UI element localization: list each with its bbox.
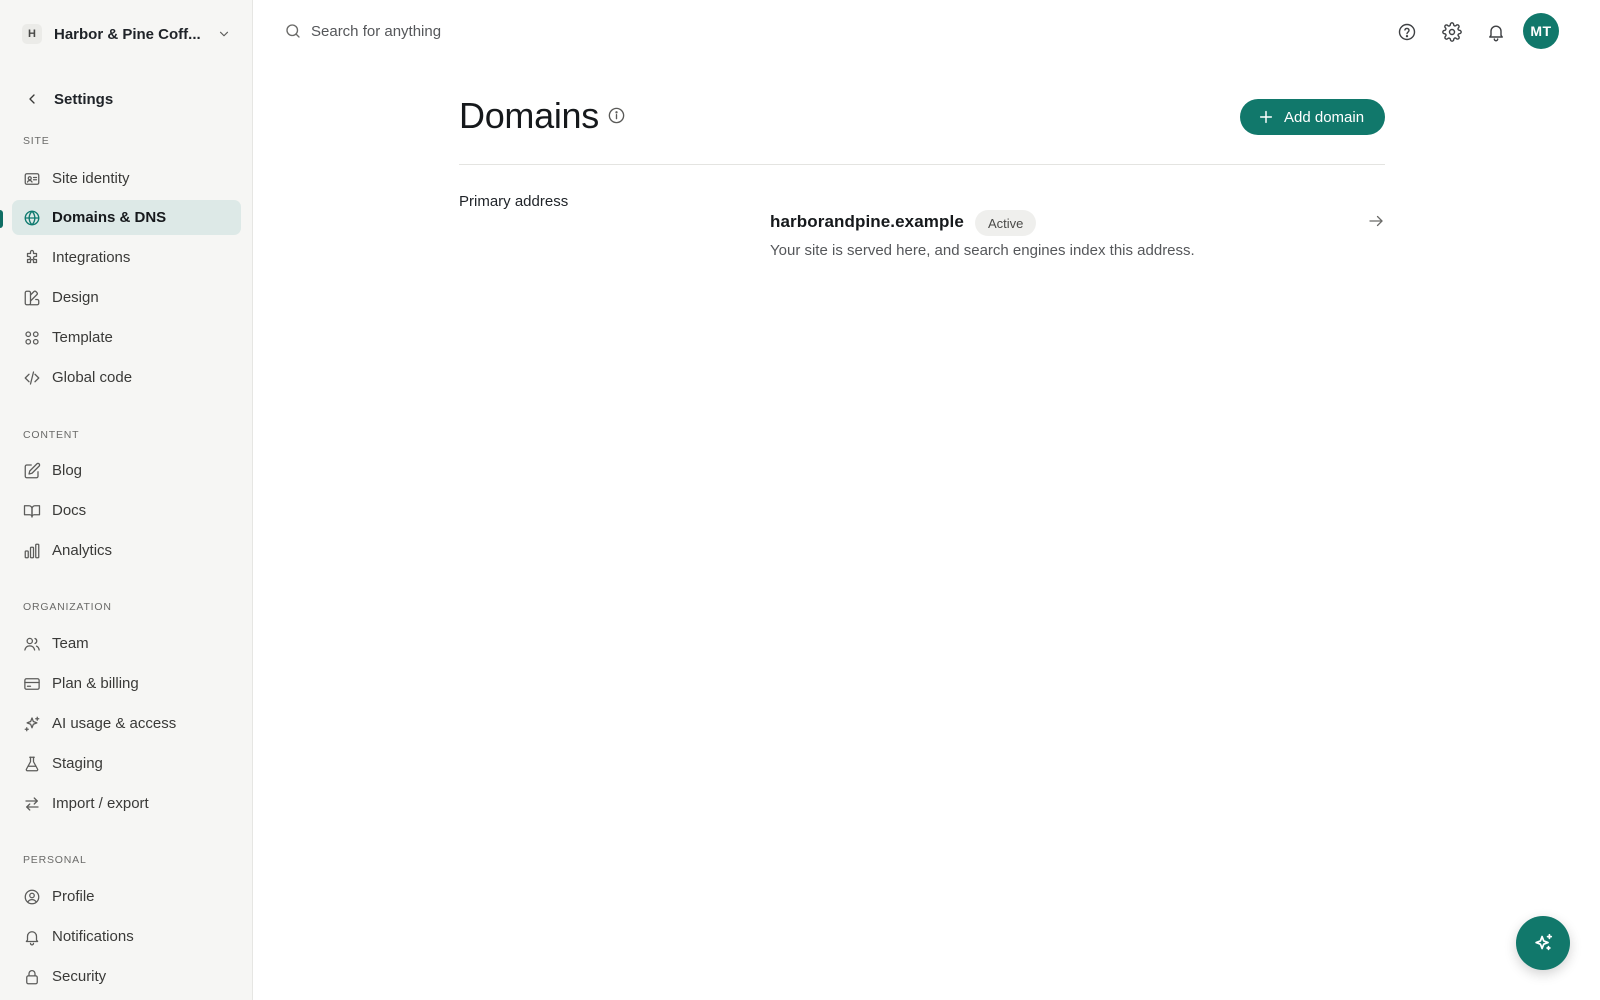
notifications-button[interactable]: [1482, 18, 1510, 46]
sidebar-item-analytics[interactable]: Analytics: [12, 533, 241, 568]
flask-icon: [23, 755, 41, 773]
sidebar-item-ai-usage[interactable]: AI usage & access: [12, 706, 241, 741]
chevron-down-icon: [217, 27, 231, 41]
sidebar-item-notifications[interactable]: Notifications: [12, 919, 241, 954]
search-input[interactable]: [311, 22, 711, 40]
sidebar-item-label: Plan & billing: [52, 675, 139, 692]
palette-swatch-icon: [23, 289, 41, 307]
code-icon: [23, 369, 41, 387]
sidebar-item-security[interactable]: Security: [12, 959, 241, 994]
sidebar-item-staging[interactable]: Staging: [12, 746, 241, 781]
gear-icon: [1442, 22, 1462, 42]
sidebar-item-domains-dns[interactable]: Domains & DNS: [12, 200, 241, 235]
sidebar-item-plan-billing[interactable]: Plan & billing: [12, 666, 241, 701]
globe-icon: [23, 209, 41, 227]
sparkles-icon: [23, 715, 41, 733]
domain-name: harborandpine.example: [770, 212, 964, 231]
sidebar-item-blog[interactable]: Blog: [12, 453, 241, 488]
sidebar-item-label: Team: [52, 635, 89, 652]
header-divider: [459, 164, 1385, 165]
help-circle-icon: [1397, 22, 1417, 42]
workspace-switcher[interactable]: H Harbor & Pine Coff...: [12, 18, 241, 50]
add-domain-label: Add domain: [1284, 108, 1365, 126]
sidebar-item-label: Staging: [52, 755, 103, 772]
section-label-organization: ORGANIZATION: [23, 601, 112, 613]
sidebar-item-integrations[interactable]: Integrations: [12, 240, 241, 275]
sidebar-item-label: Design: [52, 289, 99, 306]
info-icon[interactable]: [607, 106, 626, 125]
lock-icon: [23, 968, 41, 986]
page-title: Domains: [459, 95, 599, 136]
sidebar-item-global-code[interactable]: Global code: [12, 360, 241, 395]
sidebar-item-label: Notifications: [52, 928, 134, 945]
settings-sidebar: H Harbor & Pine Coff... Settings SITE Si…: [0, 0, 253, 1000]
puzzle-icon: [23, 249, 41, 267]
add-domain-button[interactable]: Add domain: [1240, 99, 1385, 135]
sidebar-item-profile[interactable]: Profile: [12, 879, 241, 914]
status-badge: Active: [975, 210, 1037, 236]
sidebar-item-label: Analytics: [52, 542, 113, 559]
ai-assistant-button[interactable]: [1516, 916, 1570, 970]
arrow-right-icon[interactable]: [1367, 212, 1385, 230]
sidebar-item-label: Integrations: [52, 249, 131, 266]
section-label-personal: PERSONAL: [23, 854, 87, 866]
bar-chart-icon: [23, 542, 41, 560]
sidebar-item-template[interactable]: Template: [12, 320, 241, 355]
active-indicator: [0, 210, 3, 228]
sidebar-item-docs[interactable]: Docs: [12, 493, 241, 528]
domain-row[interactable]: harborandpine.example Active Your site i…: [770, 208, 1385, 264]
credit-card-icon: [23, 675, 41, 693]
sidebar-item-label: Template: [52, 329, 113, 346]
sidebar-item-label: Site identity: [52, 170, 130, 187]
workspace-logo: H: [22, 24, 42, 44]
pencil-square-icon: [23, 462, 41, 480]
sidebar-item-team[interactable]: Team: [12, 626, 241, 661]
sidebar-item-label: Blog: [52, 462, 83, 479]
book-open-icon: [23, 502, 41, 520]
bell-icon: [23, 928, 41, 946]
plus-icon: [1258, 109, 1274, 125]
search-bar[interactable]: [284, 18, 764, 44]
template-grid-icon: [23, 329, 41, 347]
settings-title: Settings: [54, 90, 114, 108]
chevron-left-icon: [24, 91, 40, 107]
sidebar-item-import-export[interactable]: Import / export: [12, 786, 241, 821]
section-label-content: CONTENT: [23, 429, 80, 441]
user-circle-icon: [23, 888, 41, 906]
sidebar-item-label: Docs: [52, 502, 87, 519]
sidebar-item-label: Domains & DNS: [52, 209, 167, 226]
settings-back-button[interactable]: Settings: [12, 84, 241, 114]
id-card-icon: [23, 170, 41, 188]
domain-description: Your site is served here, and search eng…: [770, 242, 1195, 259]
sparkles-icon: [1532, 932, 1554, 954]
bell-icon: [1486, 22, 1506, 42]
sidebar-item-design[interactable]: Design: [12, 280, 241, 315]
sidebar-item-label: AI usage & access: [52, 715, 177, 732]
sidebar-item-label: Profile: [52, 888, 95, 905]
sidebar-item-label: Import / export: [52, 795, 149, 812]
sidebar-item-label: Global code: [52, 369, 133, 386]
arrows-swap-icon: [23, 795, 41, 813]
user-avatar[interactable]: MT: [1523, 13, 1559, 49]
sidebar-item-site-identity[interactable]: Site identity: [12, 161, 241, 196]
section-label-site: SITE: [23, 135, 50, 147]
help-button[interactable]: [1393, 18, 1421, 46]
search-icon: [284, 22, 302, 40]
workspace-name: Harbor & Pine Coff...: [54, 25, 201, 43]
users-icon: [23, 635, 41, 653]
primary-address-heading: Primary address: [459, 193, 569, 210]
settings-button[interactable]: [1438, 18, 1466, 46]
sidebar-item-label: Security: [52, 968, 107, 985]
